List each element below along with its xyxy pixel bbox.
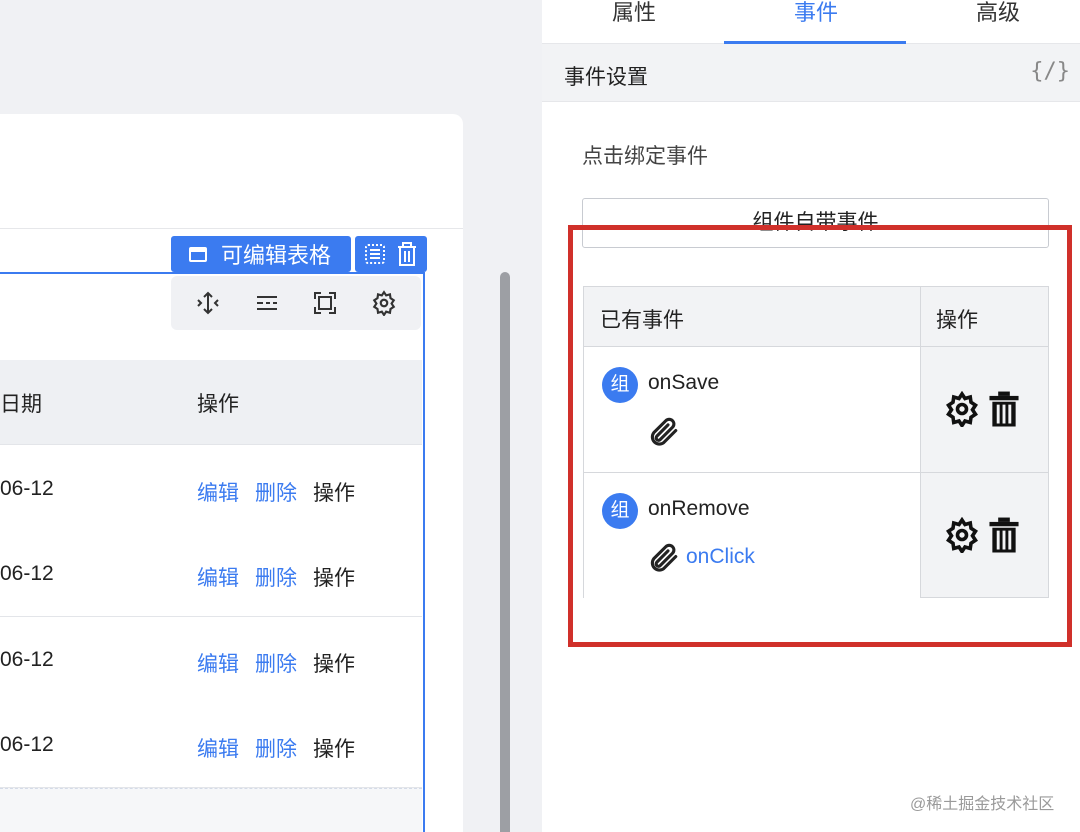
- edit-link[interactable]: 编辑: [197, 733, 239, 763]
- component-actions: [355, 236, 427, 272]
- edit-link[interactable]: 编辑: [197, 477, 239, 507]
- window-icon: [189, 246, 207, 262]
- date-cell: 06-12: [0, 648, 54, 671]
- table-row: 06-12 编辑 删除 操作: [0, 446, 422, 532]
- panel-tabs: 属性 事件 高级: [542, 0, 1080, 44]
- card-header-divider: [0, 228, 463, 229]
- tab-advanced[interactable]: 高级: [908, 0, 1080, 44]
- watermark: @稀土掘金技术社区: [910, 796, 1055, 813]
- action-text[interactable]: 操作: [313, 562, 355, 592]
- design-canvas: 可编辑表格 日期 操作 06-12 编辑 删除 操作 06-12 编辑 删除 操…: [0, 0, 510, 832]
- tab-properties[interactable]: 属性: [544, 0, 724, 44]
- table-toolbar: [171, 276, 421, 330]
- row-settings-icon[interactable]: [252, 288, 282, 318]
- highlight-annotation-box: [568, 225, 1072, 647]
- list-icon[interactable]: [361, 240, 389, 268]
- action-text[interactable]: 操作: [313, 733, 355, 763]
- table-footer: [0, 788, 422, 832]
- date-cell: 06-12: [0, 733, 54, 756]
- canvas-scrollbar[interactable]: [500, 272, 510, 832]
- delete-link[interactable]: 删除: [255, 477, 297, 507]
- table-row: 06-12 编辑 删除 操作: [0, 702, 422, 788]
- date-cell: 06-12: [0, 477, 54, 500]
- code-icon[interactable]: {/}: [1030, 59, 1070, 84]
- action-text[interactable]: 操作: [313, 648, 355, 678]
- move-icon[interactable]: [193, 288, 223, 318]
- delete-link[interactable]: 删除: [255, 562, 297, 592]
- table-header: 日期 操作: [0, 360, 422, 445]
- edit-link[interactable]: 编辑: [197, 562, 239, 592]
- component-label-text: 可编辑表格: [221, 243, 332, 268]
- action-text[interactable]: 操作: [313, 477, 355, 507]
- section-header[interactable]: 事件设置 {/}: [542, 44, 1080, 102]
- bind-event-label: 点击绑定事件: [582, 145, 708, 168]
- edit-link[interactable]: 编辑: [197, 648, 239, 678]
- date-cell: 06-12: [0, 562, 54, 585]
- delete-link[interactable]: 删除: [255, 648, 297, 678]
- column-header-date: 日期: [0, 393, 42, 416]
- component-label-badge[interactable]: 可编辑表格: [171, 236, 351, 272]
- delete-link[interactable]: 删除: [255, 733, 297, 763]
- fullscreen-icon[interactable]: [310, 288, 340, 318]
- delete-component-icon[interactable]: [393, 240, 421, 268]
- column-header-actions: 操作: [197, 393, 239, 416]
- section-title: 事件设置: [564, 66, 648, 89]
- table-row: 06-12 编辑 删除 操作: [0, 531, 422, 617]
- table-row: 06-12 编辑 删除 操作: [0, 617, 422, 703]
- settings-icon[interactable]: [369, 288, 399, 318]
- tab-events[interactable]: 事件: [726, 0, 906, 44]
